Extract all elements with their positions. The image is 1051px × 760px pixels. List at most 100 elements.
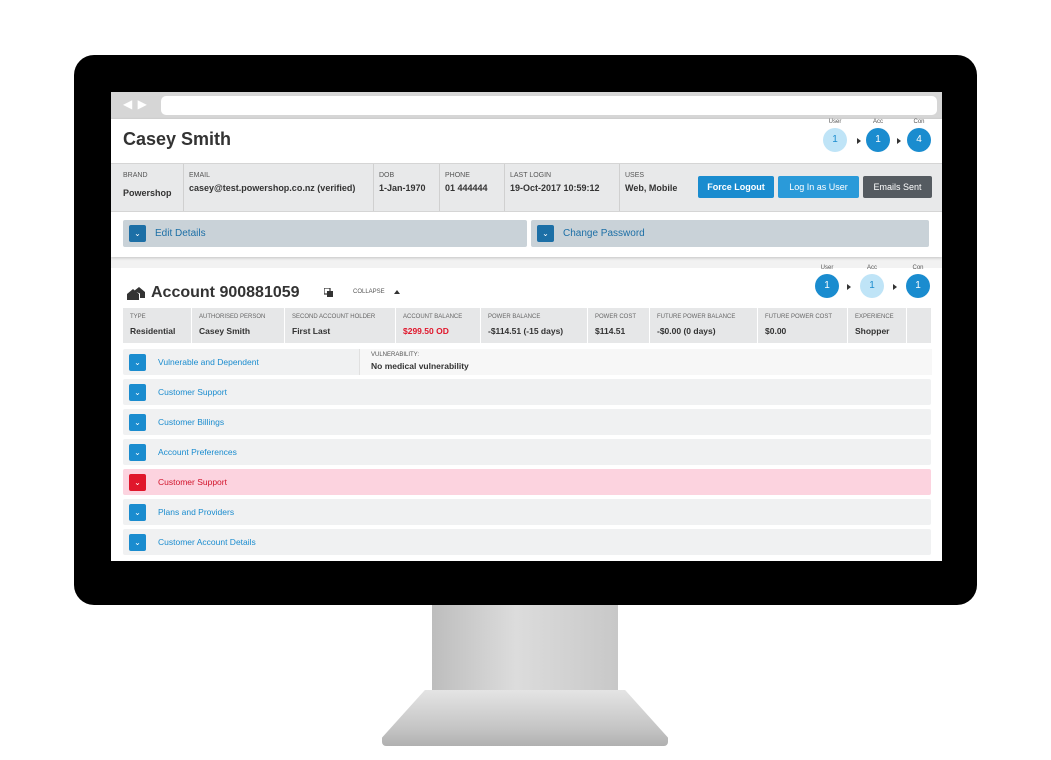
customer-flow: User 1 Acc 1 Con 4 <box>823 119 938 159</box>
info-value: 1-Jan-1970 <box>379 183 426 193</box>
chevron-right-icon <box>893 284 897 290</box>
flow-step-label: Con <box>912 265 924 271</box>
section-customer-support-alert[interactable]: ⌄ Customer Support <box>123 469 931 495</box>
info-key: SECOND ACCOUNT HOLDER <box>292 314 376 320</box>
section-label: Customer Billings <box>158 417 225 427</box>
flow-step-label: User <box>820 265 834 271</box>
section-customer-billings[interactable]: ⌄ Customer Billings <box>123 409 931 435</box>
flow-step-user[interactable]: User 1 <box>815 265 839 298</box>
info-last-login: LAST LOGIN 19-Oct-2017 10:59:12 <box>504 164 620 211</box>
flow-step-label: User <box>828 119 842 125</box>
chevron-down-icon: ⌄ <box>129 225 146 242</box>
chevron-down-icon: ⌄ <box>537 225 554 242</box>
flow-step-count: 4 <box>907 128 931 152</box>
chevron-right-icon <box>897 138 901 144</box>
section-customer-support[interactable]: ⌄ Customer Support <box>123 379 931 405</box>
chevron-down-icon: ⌄ <box>129 384 146 401</box>
acct-future-power-balance: FUTURE POWER BALANCE -$0.00 (0 days) <box>650 308 758 343</box>
info-key: PHONE <box>445 172 470 179</box>
flow-step-count: 1 <box>860 274 884 298</box>
account-flow: User 1 Acc 1 Con 1 <box>815 265 940 305</box>
info-value: Powershop <box>123 188 172 198</box>
screen: ◀ ▶ Casey Smith User 1 Acc 1 Con 4 BRAND… <box>111 92 942 561</box>
info-key: USES <box>625 172 645 179</box>
info-value: -$114.51 (-15 days) <box>488 326 564 336</box>
info-dob: DOB 1-Jan-1970 <box>373 164 440 211</box>
chevron-down-icon: ⌄ <box>129 414 146 431</box>
info-email: EMAIL casey@test.powershop.co.nz (verifi… <box>183 164 374 211</box>
section-label: Account Preferences <box>158 447 237 457</box>
browser-bar: ◀ ▶ <box>111 92 942 119</box>
monitor-stand <box>432 605 618 700</box>
info-key: EMAIL <box>189 172 211 179</box>
info-key: ACCOUNT BALANCE <box>403 314 463 320</box>
flow-step-label: Con <box>913 119 925 125</box>
info-value: 19-Oct-2017 10:59:12 <box>510 183 600 193</box>
section-label: Customer Support <box>158 477 227 487</box>
flow-step-count: 1 <box>866 128 890 152</box>
acct-second-holder: SECOND ACCOUNT HOLDER First Last <box>285 308 396 343</box>
chevron-down-icon: ⌄ <box>129 354 146 371</box>
flow-step-count: 1 <box>906 274 930 298</box>
section-label: Plans and Providers <box>158 507 235 517</box>
info-value: Casey Smith <box>199 326 251 336</box>
chevron-down-icon: ⌄ <box>129 444 146 461</box>
vulnerability-key: VULNERABILITY: <box>371 352 420 358</box>
info-key: POWER BALANCE <box>488 314 541 320</box>
chevron-right-icon <box>847 284 851 290</box>
flow-step-label: Acc <box>866 265 877 271</box>
info-key: LAST LOGIN <box>510 172 552 179</box>
panel-label: Change Password <box>563 228 645 239</box>
section-label: Customer Support <box>158 387 227 397</box>
info-uses: USES Web, Mobile <box>619 164 691 211</box>
flow-step-con[interactable]: Con 4 <box>907 119 931 152</box>
chevron-right-icon <box>857 138 861 144</box>
account-title: Account 900881059 <box>151 284 300 301</box>
flow-step-label: Acc <box>872 119 883 125</box>
info-value: $299.50 OD <box>403 326 449 336</box>
emails-sent-button[interactable]: Emails Sent <box>863 176 932 198</box>
section-vulnerable-and-dependent[interactable]: ⌄ Vulnerable and Dependent VULNERABILITY… <box>123 349 932 375</box>
acct-type: TYPE Residential <box>123 308 192 343</box>
flow-step-user[interactable]: User 1 <box>823 119 847 152</box>
edit-details-panel[interactable]: ⌄ Edit Details <box>123 220 527 247</box>
info-key: TYPE <box>130 314 146 320</box>
acct-power-balance: POWER BALANCE -$114.51 (-15 days) <box>481 308 588 343</box>
force-logout-button[interactable]: Force Logout <box>698 176 774 198</box>
panel-label: Edit Details <box>155 228 206 239</box>
section-customer-account-details[interactable]: ⌄ Customer Account Details <box>123 529 931 555</box>
url-bar[interactable] <box>161 96 937 115</box>
info-value: $0.00 <box>765 326 787 336</box>
caret-up-icon[interactable] <box>394 290 400 294</box>
collapse-toggle[interactable]: COLLAPSE <box>353 289 385 295</box>
copy-icon[interactable] <box>324 288 333 297</box>
account-info-strip: TYPE Residential AUTHORISED PERSON Casey… <box>123 308 931 343</box>
info-phone: PHONE 01 444444 <box>439 164 505 211</box>
chevron-down-icon: ⌄ <box>129 534 146 551</box>
log-in-as-user-button[interactable]: Log In as User <box>778 176 859 198</box>
info-value: -$0.00 (0 days) <box>657 326 716 336</box>
info-value: Web, Mobile <box>625 183 678 193</box>
info-value: Residential <box>130 326 176 336</box>
flow-step-con[interactable]: Con 1 <box>906 265 930 298</box>
section-label: Customer Account Details <box>158 537 256 547</box>
info-key: FUTURE POWER COST <box>765 314 832 320</box>
info-value: 01 444444 <box>445 183 488 193</box>
flow-step-acc[interactable]: Acc 1 <box>866 119 890 152</box>
section-account-preferences[interactable]: ⌄ Account Preferences <box>123 439 931 465</box>
flow-step-acc[interactable]: Acc 1 <box>860 265 884 298</box>
section-plans-and-providers[interactable]: ⌄ Plans and Providers <box>123 499 931 525</box>
account-card: Account 900881059 COLLAPSE User 1 Acc 1 … <box>111 265 942 561</box>
acct-experience: EXPERIENCE Shopper <box>848 308 907 343</box>
acct-account-balance: ACCOUNT BALANCE $299.50 OD <box>396 308 481 343</box>
section-label: Vulnerable and Dependent <box>158 357 259 367</box>
chevron-down-icon: ⌄ <box>129 504 146 521</box>
acct-future-power-cost: FUTURE POWER COST $0.00 <box>758 308 848 343</box>
change-password-panel[interactable]: ⌄ Change Password <box>531 220 929 247</box>
monitor-base <box>382 690 668 746</box>
back-forward-icon[interactable]: ◀ ▶ <box>123 97 148 111</box>
info-value: Shopper <box>855 326 890 336</box>
info-key: BRAND <box>123 172 148 179</box>
info-value: First Last <box>292 326 331 336</box>
info-key: AUTHORISED PERSON <box>199 314 266 320</box>
